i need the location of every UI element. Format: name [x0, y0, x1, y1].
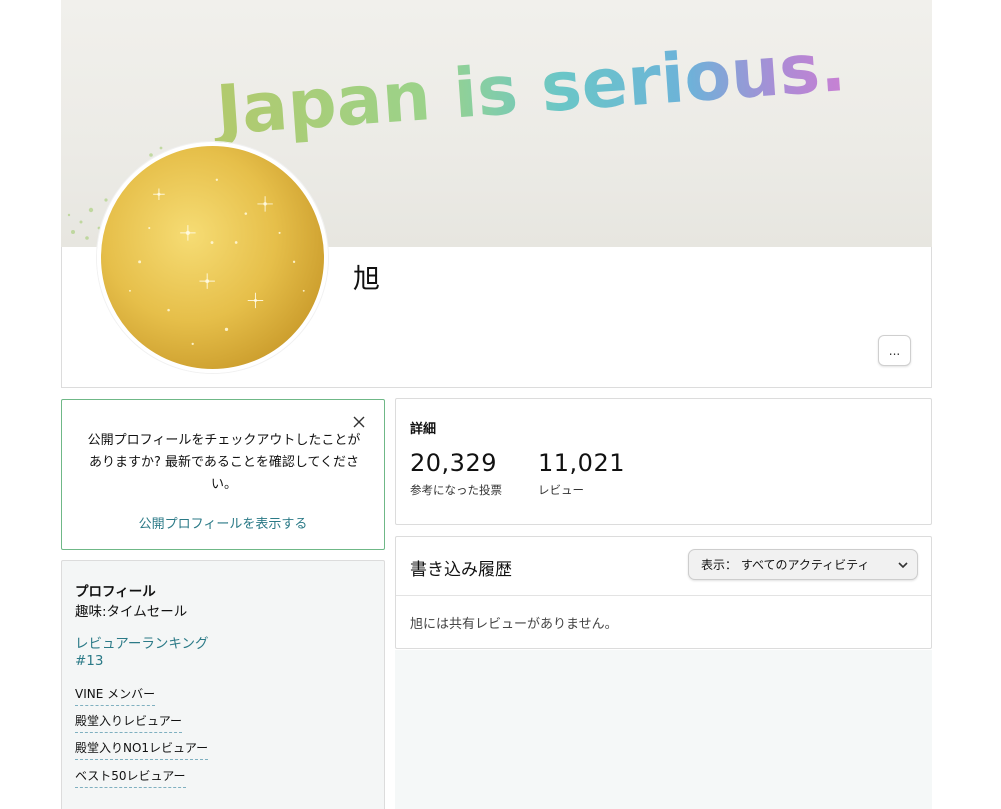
public-profile-notice: 公開プロフィールをチェックアウトしたことがありますか? 最新であることを確認して…: [61, 399, 385, 550]
activity-filter-label: 表示： すべてのアクティビティ: [701, 558, 870, 572]
activity-feed-area: [395, 650, 932, 809]
badge-top-50: ベスト50レビュアー: [75, 767, 186, 788]
chevron-down-icon: [898, 562, 908, 569]
helpful-votes-label: 参考になった投票: [410, 483, 502, 497]
badge-hall-of-fame: 殿堂入りレビュアー: [75, 712, 183, 733]
reviewer-ranking-link[interactable]: レビュアーランキング: [75, 632, 209, 652]
stats-card: 詳細 20,329 参考になった投票 11,021 レビュー: [395, 398, 932, 525]
reviews-count: 11,021: [538, 449, 625, 477]
helpful-votes-count: 20,329: [410, 449, 497, 477]
view-public-profile-link[interactable]: 公開プロフィールを表示する: [62, 513, 384, 532]
close-icon[interactable]: [352, 415, 366, 429]
stats-title: 詳細: [410, 422, 437, 437]
profile-page: Japan is serious. 旭 ... 公開プロフィールをチェックアウト…: [0, 0, 1001, 809]
notice-message: 公開プロフィールをチェックアウトしたことがありますか? 最新であることを確認して…: [87, 433, 361, 492]
activity-title: 書き込み履歴: [410, 560, 512, 580]
profile-hobby: 趣味:タイムセール: [75, 604, 188, 620]
profile-title: プロフィール: [75, 584, 156, 600]
banner-tagline-text: Japan is serious.: [210, 28, 848, 151]
avatar-sparkle-image: [128, 178, 305, 346]
activity-empty-message: 旭には共有レビューがありません。: [410, 617, 618, 632]
badge-vine-member: VINE メンバー: [75, 685, 156, 706]
avatar: [97, 142, 328, 373]
more-options-button[interactable]: ...: [878, 335, 911, 366]
activity-filter-dropdown[interactable]: 表示： すべてのアクティビティ: [688, 549, 918, 580]
reviews-label: レビュー: [538, 483, 584, 497]
badge-hall-of-fame-no1: 殿堂入りNO1レビュアー: [75, 739, 209, 760]
reviewer-ranking-value[interactable]: #13: [75, 653, 104, 669]
user-name: 旭: [353, 264, 380, 295]
activity-header: 書き込み履歴 表示： すべてのアクティビティ: [396, 537, 931, 596]
profile-details-card: プロフィール 趣味:タイムセール レビュアーランキング #13 VINE メンバ…: [61, 560, 385, 809]
activity-history-card: 書き込み履歴 表示： すべてのアクティビティ 旭には共有レビューがありません。: [395, 536, 932, 649]
